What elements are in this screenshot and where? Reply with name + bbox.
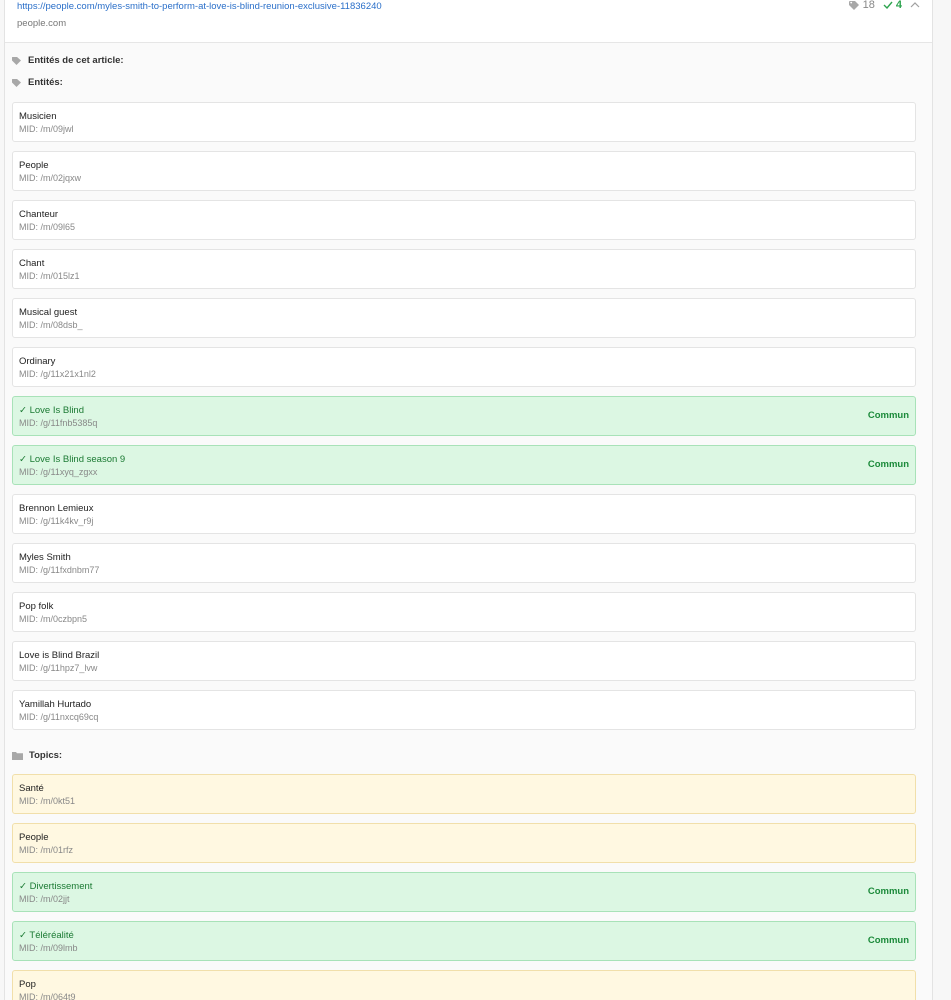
topic-item-name: People <box>19 832 49 843</box>
entity-item-mid: MID: /g/11k4kv_r9j <box>19 516 94 526</box>
entity-item-name: Ordinary <box>19 356 56 367</box>
entities-heading: Entités: <box>12 77 63 88</box>
article-url-link[interactable]: https://people.com/myles-smith-to-perfor… <box>17 1 382 12</box>
entity-item-mid: MID: /g/11fxdnbm77 <box>19 565 100 575</box>
topics-heading: Topics: <box>12 750 62 761</box>
entity-item-mid: MID: /m/09l65 <box>19 222 76 232</box>
entity-item-mid: MID: /m/015lz1 <box>19 271 80 281</box>
article-entities-heading: Entités de cet article: <box>12 55 124 66</box>
article-header: https://people.com/myles-smith-to-perfor… <box>5 0 932 43</box>
entity-item-name: Love is Blind Brazil <box>19 650 100 661</box>
entity-item-mid: MID: /g/11fnb5385q <box>19 418 98 428</box>
entity-item: Chanteur MID: /m/09l65 <box>12 200 916 240</box>
folder-icon <box>12 751 23 760</box>
entities-list: Musicien MID: /m/09jwl People MID: /m/02jqx… <box>12 102 916 739</box>
article-domain: people.com <box>17 18 67 29</box>
entity-item-mid: MID: /g/11x21x1nl2 <box>19 369 96 379</box>
topic-item-mid: MID: /m/02jjt <box>19 894 70 904</box>
entity-item: ✓ Love Is Blind MID: /g/11fnb5385q Commun <box>12 396 916 436</box>
entity-item-name: People <box>19 160 49 171</box>
entity-item-name: ✓ Love Is Blind <box>19 405 84 416</box>
header-stats: 18 4 <box>848 0 920 11</box>
common-badge: Commun <box>867 935 909 946</box>
entity-item-name: Chanteur <box>19 209 59 220</box>
tag-icon <box>12 78 21 87</box>
tag-count-value: 18 <box>862 0 875 11</box>
entity-item: Musical guest MID: /m/08dsb_ <box>12 298 916 338</box>
entity-item-name: Brennon Lemieux <box>19 503 94 514</box>
topic-item-mid: MID: /m/064t9 <box>19 992 76 1000</box>
entity-item-mid: MID: /g/11hpz7_lvw <box>19 663 98 673</box>
chevron-up-icon[interactable] <box>910 0 920 11</box>
topics-list: Santé MID: /m/0kt51 People MID: /m/01rfz ✓ D… <box>12 774 916 1000</box>
entity-item: Myles Smith MID: /g/11fxdnbm77 <box>12 543 916 583</box>
topic-item: ✓ Téléréalité MID: /m/09lmb Commun <box>12 921 916 961</box>
entity-item: Pop folk MID: /m/0czbpn5 <box>12 592 916 632</box>
tag-icon <box>848 0 859 10</box>
check-icon <box>883 1 893 9</box>
entity-item: Yamillah Hurtado MID: /g/11nxcq69cq <box>12 690 916 730</box>
entity-item: People MID: /m/02jqxw <box>12 151 916 191</box>
topic-item-mid: MID: /m/09lmb <box>19 943 78 953</box>
entity-item-name: Pop folk <box>19 601 54 612</box>
entity-item: Love is Blind Brazil MID: /g/11hpz7_lvw <box>12 641 916 681</box>
topic-item: ✓ Divertissement MID: /m/02jjt Commun <box>12 872 916 912</box>
entity-item: Chant MID: /m/015lz1 <box>12 249 916 289</box>
entity-item-mid: MID: /m/0czbpn5 <box>19 614 88 624</box>
tag-icon <box>12 56 21 65</box>
entity-item-name: ✓ Love Is Blind season 9 <box>19 454 126 465</box>
topic-item-name: Pop <box>19 979 36 990</box>
topic-item-name: ✓ Divertissement <box>19 881 93 892</box>
entity-item-mid: MID: /m/09jwl <box>19 124 74 134</box>
check-count: 4 <box>883 0 902 11</box>
entity-item-name: Musical guest <box>19 307 78 318</box>
entity-item-mid: MID: /m/02jqxw <box>19 173 82 183</box>
topic-item: Santé MID: /m/0kt51 <box>12 774 916 814</box>
topic-item: People MID: /m/01rfz <box>12 823 916 863</box>
tag-count: 18 <box>848 0 875 11</box>
entity-item-mid: MID: /m/08dsb_ <box>19 320 83 330</box>
entity-item-mid: MID: /g/11xyq_zgxx <box>19 467 98 477</box>
entity-item: Brennon Lemieux MID: /g/11k4kv_r9j <box>12 494 916 534</box>
topic-item-name: ✓ Téléréalité <box>19 930 74 941</box>
common-badge: Commun <box>867 459 909 470</box>
entity-item-name: Myles Smith <box>19 552 71 563</box>
entity-item-name: Musicien <box>19 111 57 122</box>
common-badge: Commun <box>867 410 909 421</box>
entity-item-name: Chant <box>19 258 45 269</box>
topic-item-mid: MID: /m/0kt51 <box>19 796 76 806</box>
entity-item-name: Yamillah Hurtado <box>19 699 92 710</box>
topic-item: Pop MID: /m/064t9 <box>12 970 916 1000</box>
entity-item: Musicien MID: /m/09jwl <box>12 102 916 142</box>
topic-item-name: Santé <box>19 783 44 794</box>
entity-item-mid: MID: /g/11nxcq69cq <box>19 712 99 722</box>
topic-item-mid: MID: /m/01rfz <box>19 845 74 855</box>
check-count-value: 4 <box>895 0 902 11</box>
entity-item: Ordinary MID: /g/11x21x1nl2 <box>12 347 916 387</box>
common-badge: Commun <box>867 886 909 897</box>
entity-item: ✓ Love Is Blind season 9 MID: /g/11xyq_zg… <box>12 445 916 485</box>
